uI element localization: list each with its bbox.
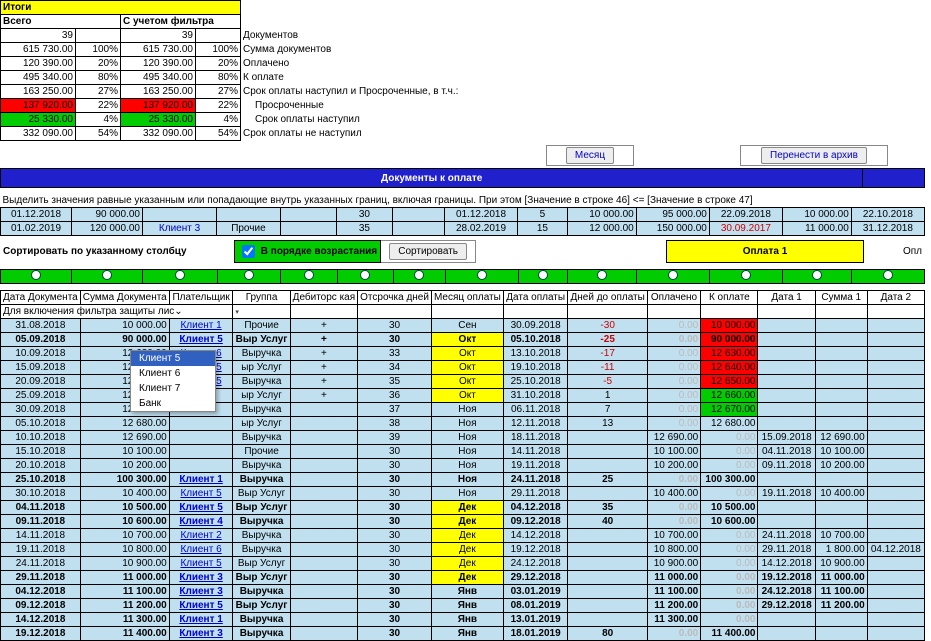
sort-dot[interactable] <box>337 270 393 284</box>
radio-icon <box>597 270 607 280</box>
sort-dot[interactable] <box>637 270 710 284</box>
totals-table: Итоги Всего С учетом фильтра 39 39 Докум… <box>0 0 666 141</box>
radio-icon <box>304 270 314 280</box>
sort-dot[interactable] <box>217 270 281 284</box>
table-row[interactable]: 05.10.201812 680.00ыр Услуг38Ноя12.11.20… <box>1 417 925 431</box>
sort-button[interactable]: Сортировать <box>389 243 467 260</box>
filter-arrow-icon[interactable]: ▾ <box>235 309 239 316</box>
table-row[interactable]: 25.10.2018100 300.00Клиент 1Выручка30Ноя… <box>1 473 925 487</box>
radio-icon <box>538 270 548 280</box>
sort-dot[interactable] <box>518 270 568 284</box>
filter-header: С учетом фильтра <box>121 15 241 29</box>
table-row[interactable]: 15.10.201810 100.00Прочие30Ноя14.11.2018… <box>1 445 925 459</box>
oplata1-header: Оплата 1 <box>667 241 864 263</box>
table-row[interactable]: 31.08.201810 000.00Клиент 1Прочие+30Сен3… <box>1 319 925 333</box>
sort-dot[interactable] <box>783 270 852 284</box>
sort-dot[interactable] <box>393 270 445 284</box>
sort-dot[interactable] <box>281 270 337 284</box>
sort-dot[interactable] <box>142 270 217 284</box>
table-row[interactable]: 14.12.201811 300.00Клиент 1Выручка30Янв1… <box>1 613 925 627</box>
radio-icon <box>102 270 112 280</box>
sort-dot[interactable] <box>445 270 518 284</box>
asc-checkbox[interactable]: В порядке возрастания <box>238 246 377 257</box>
docs-to-pay-banner: Документы к оплате <box>1 169 863 188</box>
table-row[interactable]: 04.11.201810 500.00Клиент 5Выр Услуг30Де… <box>1 501 925 515</box>
archive-button[interactable]: Перенести в архив <box>761 147 867 164</box>
radio-icon <box>741 270 751 280</box>
radio-icon <box>31 270 41 280</box>
dot-row <box>1 270 925 284</box>
sort-dot[interactable] <box>710 270 783 284</box>
filter-row-2: 01.02.2019 120 000.00 Клиент 3 Прочие 35… <box>1 222 925 236</box>
table-row[interactable]: 10.10.201812 690.00Выручка39Ноя18.11.201… <box>1 431 925 445</box>
table-row[interactable]: 20.10.201810 200.00Выручка30Ноя19.11.201… <box>1 459 925 473</box>
itogi-header: Итоги <box>1 1 241 15</box>
table-row[interactable]: 09.12.201811 200.00Клиент 5Выр Услуг30Ян… <box>1 599 925 613</box>
vsego-header: Всего <box>1 15 121 29</box>
filter-description: Выделить значения равные указанным или п… <box>1 194 925 208</box>
radio-icon <box>244 270 254 280</box>
filter-row-1: 01.12.2018 90 000.00 30 01.12.2018 5 10 … <box>1 208 925 222</box>
dropdown-item[interactable]: Банк <box>131 396 215 411</box>
table-row[interactable]: 09.11.201810 600.00Клиент 4Выручка30Дек0… <box>1 515 925 529</box>
radio-icon <box>668 270 678 280</box>
table-row[interactable]: 14.11.201810 700.00Клиент 2Выручка30Дек1… <box>1 529 925 543</box>
dropdown-item[interactable]: Клиент 7 <box>131 381 215 396</box>
dropdown-item[interactable]: Клиент 5 <box>131 351 215 366</box>
radio-icon <box>175 270 185 280</box>
month-button[interactable]: Месяц <box>566 147 614 164</box>
sort-dot[interactable] <box>71 270 142 284</box>
column-headers: Дата Документа Сумма Документа Плательщи… <box>1 291 925 305</box>
table-row[interactable]: 30.10.201810 400.00Клиент 5Выр Услуг30Но… <box>1 487 925 501</box>
radio-icon <box>360 270 370 280</box>
radio-icon <box>414 270 424 280</box>
sort-label: Сортировать по указанному столбцу <box>0 241 235 263</box>
sort-indicator-row <box>0 269 925 284</box>
table-row[interactable]: 29.11.201811 000.00Клиент 3Выр Услуг30Де… <box>1 571 925 585</box>
radio-icon <box>477 270 487 280</box>
sort-dot[interactable] <box>568 270 637 284</box>
table-row[interactable]: 19.12.201811 400.00Клиент 3Выручка30Янв1… <box>1 627 925 641</box>
radio-icon <box>812 270 822 280</box>
sort-dot[interactable] <box>1 270 72 284</box>
sort-dot[interactable] <box>851 270 924 284</box>
radio-icon <box>883 270 893 280</box>
payer-dropdown[interactable]: Клиент 5Клиент 6Клиент 7Банк <box>130 350 216 412</box>
table-row[interactable]: 05.09.201890 000.00Клиент 5Выр Услуг+30О… <box>1 333 925 347</box>
protect-note[interactable]: Для включения фильтра защиты лис⌄ <box>1 305 233 319</box>
table-row[interactable]: 19.11.201810 800.00Клиент 6Выручка30Дек1… <box>1 543 925 557</box>
table-row[interactable]: 04.12.201811 100.00Клиент 3Выручка30Янв0… <box>1 585 925 599</box>
dropdown-item[interactable]: Клиент 6 <box>131 366 215 381</box>
